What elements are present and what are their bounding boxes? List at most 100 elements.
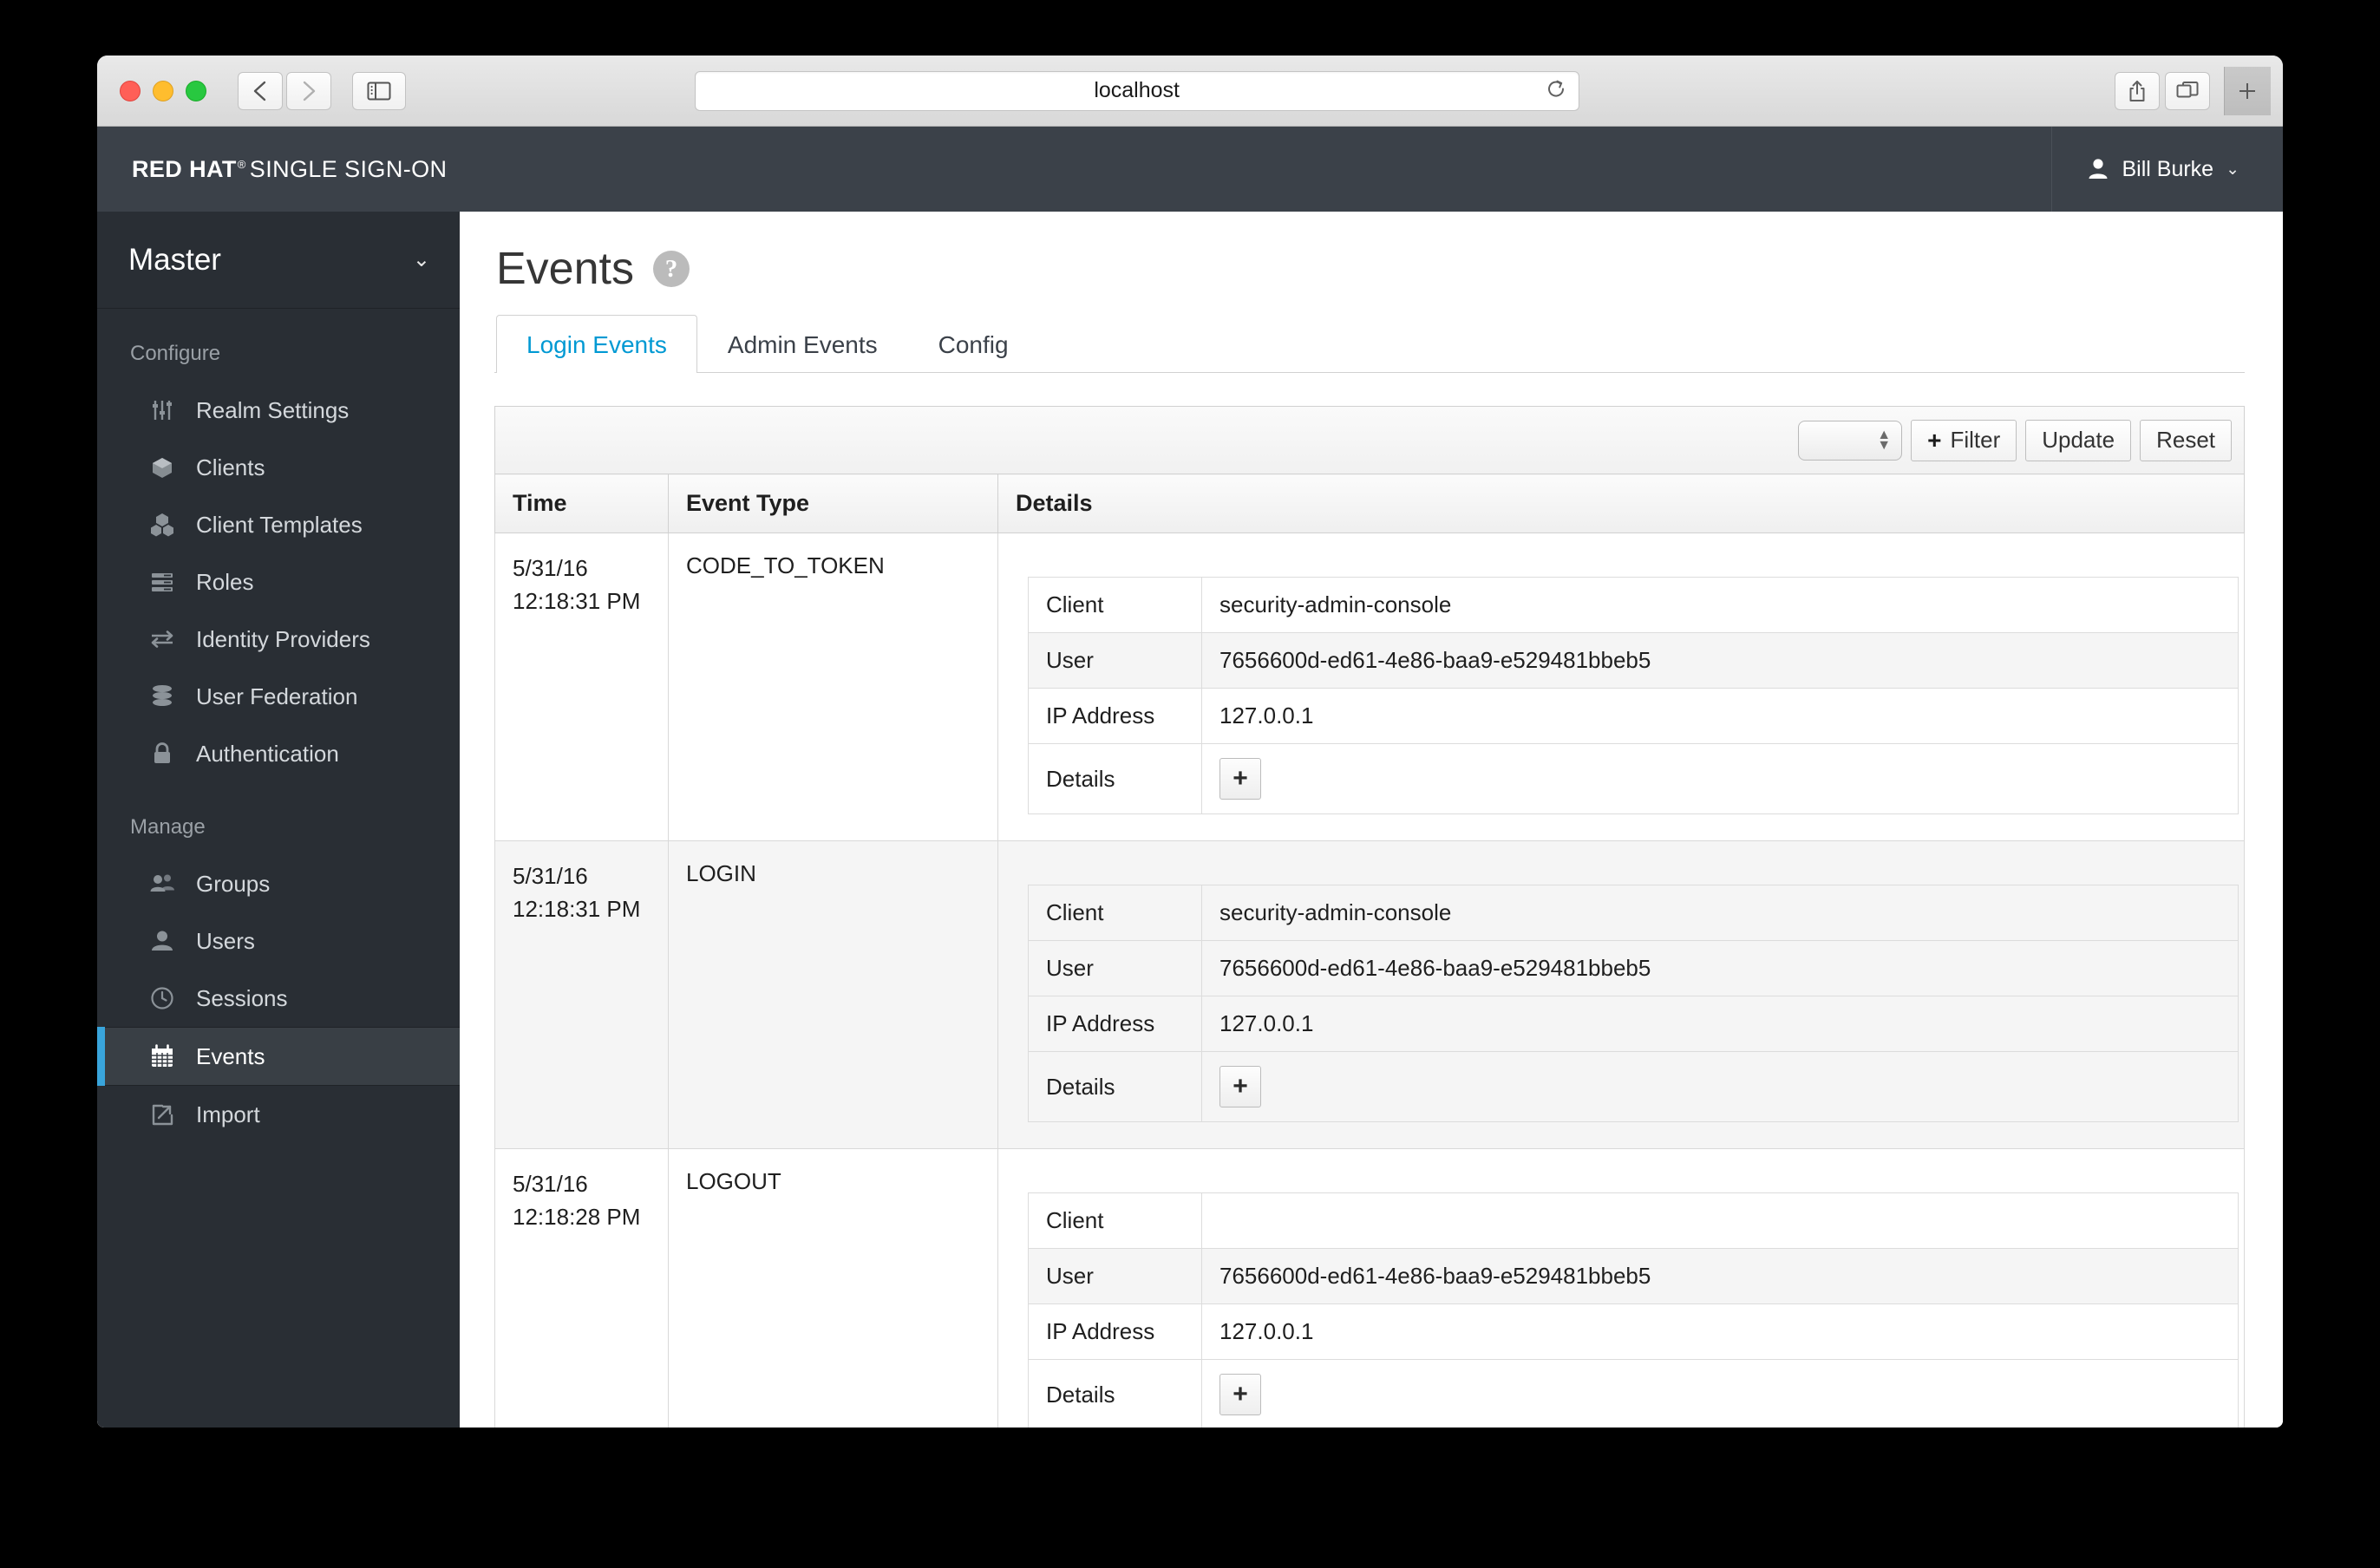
filter-select[interactable]: ▲ ▼ [1798, 420, 1903, 461]
expand-details-button[interactable]: + [1219, 1066, 1261, 1107]
detail-key: Client [1028, 577, 1202, 633]
user-icon [2089, 159, 2108, 179]
sidebar-item-user-federation[interactable]: User Federation [97, 668, 460, 725]
user-menu[interactable]: Bill Burke ⌄ [2051, 127, 2283, 212]
brand-registered-mark: ® [237, 157, 246, 171]
sidebar-item-label: Roles [196, 568, 254, 595]
reload-icon [1547, 80, 1564, 96]
list-icon [147, 567, 177, 597]
new-tab-button[interactable] [2223, 66, 2271, 115]
detail-key: IP Address [1028, 996, 1202, 1052]
detail-value-expand: + [1201, 1051, 2239, 1122]
events-table-head: Time Event Type Details [494, 474, 2245, 533]
cell-time: 5/31/16 12:18:28 PM [494, 1148, 669, 1428]
cell-details: Client User 7656600d-ed61-4e86-baa9-e529… [997, 1148, 2245, 1428]
tab-config[interactable]: Config [908, 315, 1039, 373]
brand-product: SINGLE SIGN-ON [249, 155, 448, 182]
realm-selector[interactable]: Master ⌄ [97, 212, 460, 309]
address-bar[interactable]: localhost [694, 70, 1579, 111]
sidebar-item-users[interactable]: Users [97, 912, 460, 970]
event-time: 12:18:31 PM [513, 587, 641, 614]
detail-value-client [1201, 1192, 2239, 1249]
url-text: localhost [1094, 78, 1180, 102]
back-button[interactable] [238, 71, 283, 110]
help-icon[interactable]: ? [652, 251, 690, 287]
cell-details: Client security-admin-console User 76566… [997, 840, 2245, 1149]
sidebar-item-authentication[interactable]: Authentication [97, 725, 460, 782]
minimize-window-button[interactable] [153, 80, 173, 101]
sidebar-item-sessions[interactable]: Sessions [97, 970, 460, 1027]
detail-key: Client [1028, 885, 1202, 941]
app-body: Master ⌄ Configure Realm Settings Client… [97, 212, 2283, 1428]
detail-value-user: 7656600d-ed61-4e86-baa9-e529481bbeb5 [1201, 632, 2239, 689]
sidebar-item-roles[interactable]: Roles [97, 553, 460, 611]
add-filter-button[interactable]: + Filter [1911, 419, 2017, 461]
sidebar: Master ⌄ Configure Realm Settings Client… [97, 212, 460, 1428]
clock-icon [147, 983, 177, 1013]
sidebar-toggle-button[interactable] [352, 71, 406, 110]
sidebar-item-client-templates[interactable]: Client Templates [97, 496, 460, 553]
page-header: Events ? [494, 246, 2245, 291]
expand-details-button[interactable]: + [1219, 758, 1261, 800]
reset-button[interactable]: Reset [2140, 419, 2232, 461]
browser-toolbar: localhost [97, 56, 2283, 127]
detail-key: Details [1028, 743, 1202, 814]
sidebar-item-label: Import [196, 1101, 260, 1127]
detail-table: Client User 7656600d-ed61-4e86-baa9-e529… [1028, 1192, 2239, 1428]
cell-details: Client security-admin-console User 76566… [997, 532, 2245, 841]
cube-icon [147, 453, 177, 482]
table-header-row: Time Event Type Details [494, 474, 2245, 533]
tab-overview-button[interactable] [2164, 71, 2210, 110]
sidebar-item-label: User Federation [196, 683, 358, 709]
share-button[interactable] [2114, 71, 2160, 110]
close-window-button[interactable] [120, 80, 141, 101]
detail-table: Client security-admin-console User 76566… [1028, 577, 2239, 814]
sidebar-item-groups[interactable]: Groups [97, 855, 460, 912]
forward-button[interactable] [286, 71, 331, 110]
browser-right-controls [2114, 66, 2271, 115]
update-button[interactable]: Update [2025, 419, 2132, 461]
user-name: Bill Burke [2122, 156, 2214, 181]
sidebar-item-label: Sessions [196, 984, 288, 1011]
detail-row-details: Details + [1028, 1051, 2239, 1122]
sidebar-item-label: Clients [196, 454, 265, 480]
tab-admin-events[interactable]: Admin Events [697, 315, 908, 373]
table-row: 5/31/16 12:18:31 PM LOGIN Client securit… [494, 840, 2245, 1149]
cell-time: 5/31/16 12:18:31 PM [494, 840, 669, 1149]
sidebar-icon [367, 82, 391, 100]
detail-value-ip: 127.0.0.1 [1201, 1303, 2239, 1360]
detail-value-client: security-admin-console [1201, 885, 2239, 941]
detail-value-ip: 127.0.0.1 [1201, 688, 2239, 744]
event-time: 12:18:31 PM [513, 895, 641, 922]
detail-key: IP Address [1028, 688, 1202, 744]
sidebar-item-realm-settings[interactable]: Realm Settings [97, 382, 460, 439]
page-title: Events [496, 244, 634, 294]
maximize-window-button[interactable] [186, 80, 206, 101]
browser-window: localhost RED HAT ® SINGLE SIGN-ON Bill … [97, 56, 2283, 1428]
expand-details-button[interactable]: + [1219, 1374, 1261, 1415]
add-filter-label: Filter [1950, 427, 2001, 453]
app-header: RED HAT ® SINGLE SIGN-ON Bill Burke ⌄ [97, 127, 2283, 212]
sliders-icon [147, 395, 177, 425]
detail-row-ip: IP Address 127.0.0.1 [1028, 688, 2239, 744]
tab-login-events[interactable]: Login Events [496, 315, 697, 373]
main-content: Events ? Login Events Admin Events Confi… [460, 212, 2283, 1428]
event-date: 5/31/16 [513, 863, 588, 889]
import-icon [147, 1100, 177, 1129]
update-label: Update [2042, 427, 2115, 453]
users-icon [147, 869, 177, 898]
chevron-right-icon [303, 81, 316, 101]
sidebar-item-clients[interactable]: Clients [97, 439, 460, 496]
detail-row-ip: IP Address 127.0.0.1 [1028, 996, 2239, 1052]
detail-value-expand: + [1201, 743, 2239, 814]
detail-row-client: Client [1028, 1192, 2239, 1249]
sidebar-item-events[interactable]: Events [97, 1027, 460, 1086]
reload-button[interactable] [1546, 77, 1566, 104]
table-row: 5/31/16 12:18:31 PM CODE_TO_TOKEN Client… [494, 532, 2245, 841]
sidebar-item-import[interactable]: Import [97, 1086, 460, 1143]
reset-label: Reset [2156, 427, 2215, 453]
navigation-buttons [238, 71, 331, 110]
sidebar-item-identity-providers[interactable]: Identity Providers [97, 611, 460, 668]
cubes-icon [147, 510, 177, 539]
chevron-down-icon: ⌄ [412, 248, 430, 271]
